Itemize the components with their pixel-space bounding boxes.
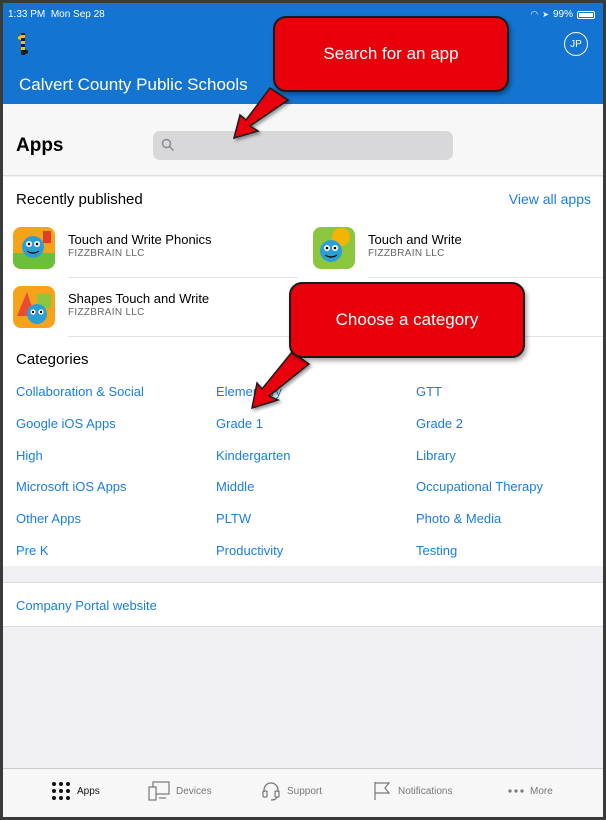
app-publisher: FIZZBRAIN LLC (68, 248, 145, 259)
tab-support[interactable]: Support (261, 779, 322, 803)
category-link[interactable]: Occupational Therapy (416, 479, 543, 494)
status-time: 1:33 PM Mon Sep 28 (8, 9, 105, 20)
tab-devices[interactable]: Devices (148, 779, 212, 803)
tab-label: Apps (77, 785, 100, 797)
category-link[interactable]: Pre K (16, 543, 49, 558)
battery-percent: 99% (552, 9, 573, 20)
app-icon (313, 227, 355, 269)
category-link[interactable]: Productivity (216, 543, 283, 558)
divider (68, 277, 298, 278)
tab-label: Devices (176, 785, 212, 797)
category-link[interactable]: Testing (416, 543, 457, 558)
category-link[interactable]: PLTW (216, 511, 251, 526)
category-link[interactable]: GTT (416, 384, 442, 399)
search-input[interactable] (153, 131, 453, 160)
school-logo-icon (18, 33, 28, 55)
app-name: Shapes Touch and Write (68, 291, 210, 306)
user-avatar[interactable]: JP (564, 32, 588, 56)
tab-label: Support (287, 785, 323, 797)
main-content: Recently published View all apps Touch a… (3, 177, 603, 566)
company-portal-link[interactable]: Company Portal website (16, 598, 157, 613)
category-link[interactable]: Photo & Media (416, 511, 501, 526)
battery-icon (577, 10, 595, 19)
tab-notifications[interactable]: Notifications (372, 779, 452, 803)
recent-heading: Recently published (16, 191, 143, 208)
flag-icon (374, 782, 391, 800)
status-right: ◠ ➤ 99% (530, 9, 595, 20)
category-link[interactable]: Collaboration & Social (16, 384, 144, 399)
screenshot-frame: 1:33 PM Mon Sep 28 ◠ ➤ 99% JP Calvert Co… (0, 0, 606, 820)
search-icon (161, 138, 174, 151)
category-link[interactable]: Google iOS Apps (16, 416, 116, 431)
app-icon (13, 286, 55, 328)
tab-more[interactable]: More (508, 779, 553, 803)
tab-apps[interactable]: Apps (51, 779, 100, 803)
grid-dots-icon (52, 782, 70, 800)
app-name: Touch and Write Phonics (68, 232, 212, 247)
category-link[interactable]: Middle (216, 479, 254, 494)
category-link[interactable]: Grade 2 (416, 416, 463, 431)
more-dots-icon (508, 789, 524, 793)
wifi-icon: ◠ (530, 9, 539, 19)
app-list-item[interactable]: Shapes Touch and Write FIZZBRAIN LLC (13, 286, 298, 336)
category-link[interactable]: Elementary (216, 384, 282, 399)
tab-label: Notifications (398, 785, 453, 797)
app-publisher: FIZZBRAIN LLC (368, 248, 445, 259)
view-all-apps-link[interactable]: View all apps (509, 191, 591, 207)
location-icon: ➤ (542, 10, 549, 19)
portal-section: Company Portal website (3, 582, 603, 627)
category-callout: Choose a category (289, 282, 525, 358)
category-link[interactable]: High (16, 448, 43, 463)
headset-icon (262, 782, 280, 801)
org-title: Calvert County Public Schools (19, 75, 248, 94)
category-link[interactable]: Kindergarten (216, 448, 290, 463)
categories-heading: Categories (16, 351, 89, 368)
search-callout: Search for an app (273, 16, 509, 92)
app-list-item[interactable]: Touch and Write FIZZBRAIN LLC (313, 227, 598, 277)
devices-icon (148, 781, 170, 801)
app-name: Touch and Write (368, 232, 462, 247)
category-link[interactable]: Microsoft iOS Apps (16, 479, 127, 494)
app-list-item[interactable]: Touch and Write Phonics FIZZBRAIN LLC (13, 227, 298, 277)
tab-label: More (530, 785, 553, 797)
divider (368, 277, 603, 278)
category-link[interactable]: Grade 1 (216, 416, 263, 431)
category-link[interactable]: Other Apps (16, 511, 81, 526)
app-icon (13, 227, 55, 269)
app-publisher: FIZZBRAIN LLC (68, 307, 145, 318)
page-title: Apps (16, 135, 64, 156)
tab-bar: Apps Devices Support Notifications More (3, 768, 603, 817)
category-link[interactable]: Library (416, 448, 456, 463)
apps-bar: Apps (3, 104, 603, 176)
